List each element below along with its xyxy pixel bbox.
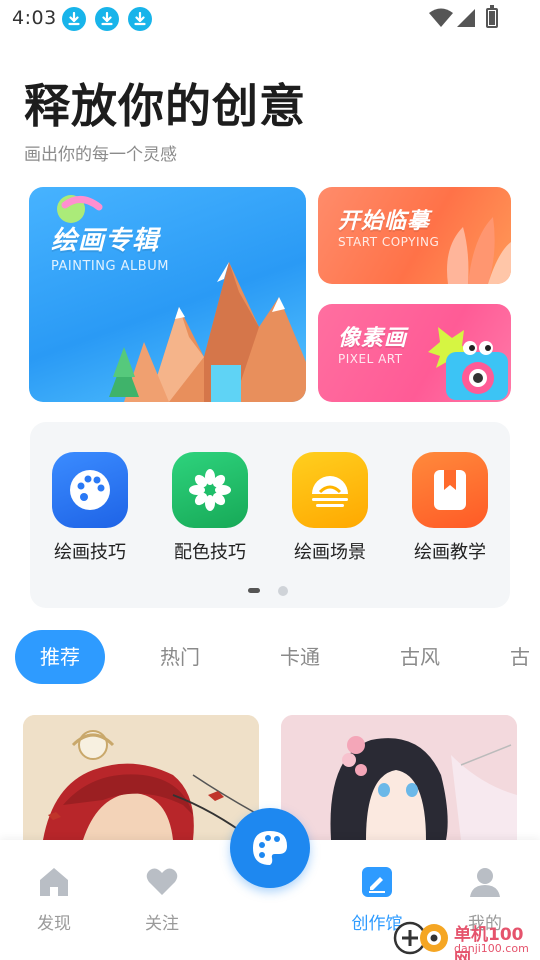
book-icon bbox=[412, 452, 488, 528]
watermark-logo-icon bbox=[393, 921, 448, 955]
tab-popular[interactable]: 热门 bbox=[140, 630, 220, 684]
signal-icon bbox=[457, 9, 475, 27]
banner-title: 绘画专辑 bbox=[51, 226, 160, 256]
artwork-card[interactable] bbox=[23, 715, 259, 840]
tab-ancient-partial[interactable]: 古 bbox=[510, 630, 540, 684]
page-title: 释放你的创意 bbox=[24, 79, 306, 133]
start-copying-banner[interactable]: 开始临摹 START COPYING bbox=[318, 187, 511, 284]
nav-label: 关注 bbox=[145, 914, 179, 934]
camera-illustration bbox=[428, 327, 508, 400]
category-drawing-skills[interactable]: 绘画技巧 bbox=[40, 452, 140, 564]
sunset-icon bbox=[292, 452, 368, 528]
artwork-image bbox=[281, 715, 517, 840]
coral-illustration bbox=[447, 217, 511, 284]
tab-cartoon[interactable]: 卡通 bbox=[260, 630, 340, 684]
palette-icon bbox=[52, 452, 128, 528]
page-subtitle: 画出你的每一个灵感 bbox=[24, 145, 177, 165]
status-time: 4:03 bbox=[12, 7, 57, 29]
banner-title: 像素画 bbox=[338, 326, 408, 351]
battery-charging-icon bbox=[486, 5, 498, 28]
pixel-art-banner[interactable]: 像素画 PIXEL ART bbox=[318, 304, 511, 402]
download-icon bbox=[128, 7, 152, 31]
banner-subtitle: PAINTING ALBUM bbox=[51, 259, 169, 274]
nav-item-discover[interactable]: 发现 bbox=[14, 865, 94, 934]
create-fab-button[interactable] bbox=[230, 808, 310, 888]
artwork-image bbox=[23, 715, 259, 840]
banner-subtitle: PIXEL ART bbox=[338, 352, 403, 366]
edit-icon bbox=[360, 865, 394, 899]
category-color-skills[interactable]: 配色技巧 bbox=[160, 452, 260, 564]
watermark: 单机100网 danji100.com bbox=[392, 918, 537, 960]
category-tabs: 推荐 热门 卡通 古风 古 bbox=[0, 630, 540, 686]
nav-label: 发现 bbox=[37, 914, 71, 934]
heart-icon bbox=[145, 865, 179, 899]
watermark-url: danji100.com bbox=[454, 942, 529, 955]
category-label: 绘画教学 bbox=[414, 542, 486, 563]
status-bar: 4:03 bbox=[0, 0, 540, 36]
banner-title: 开始临摹 bbox=[338, 209, 431, 234]
profile-icon bbox=[468, 865, 502, 899]
category-label: 绘画技巧 bbox=[54, 542, 126, 563]
nav-item-follow[interactable]: 关注 bbox=[122, 865, 202, 934]
category-drawing-scenes[interactable]: 绘画场景 bbox=[280, 452, 380, 564]
home-icon bbox=[37, 865, 71, 899]
category-drawing-teaching[interactable]: 绘画教学 bbox=[400, 452, 500, 564]
category-panel: 绘画技巧 配色技巧 绘画场景 绘画教学 bbox=[30, 422, 510, 608]
tab-recommended[interactable]: 推荐 bbox=[15, 630, 105, 684]
tab-ancient-style[interactable]: 古风 bbox=[380, 630, 460, 684]
carousel-dot bbox=[278, 586, 288, 596]
carousel-dot-active bbox=[248, 588, 260, 593]
flower-icon bbox=[172, 452, 248, 528]
download-icon bbox=[95, 7, 119, 31]
category-label: 配色技巧 bbox=[174, 542, 246, 563]
download-icon bbox=[62, 7, 86, 31]
artwork-card[interactable] bbox=[281, 715, 517, 840]
banner-subtitle: START COPYING bbox=[338, 235, 440, 249]
category-label: 绘画场景 bbox=[294, 542, 366, 563]
wifi-icon bbox=[429, 8, 453, 27]
palette-icon bbox=[253, 831, 287, 865]
painting-album-banner[interactable]: 绘画专辑 PAINTING ALBUM bbox=[29, 187, 306, 402]
